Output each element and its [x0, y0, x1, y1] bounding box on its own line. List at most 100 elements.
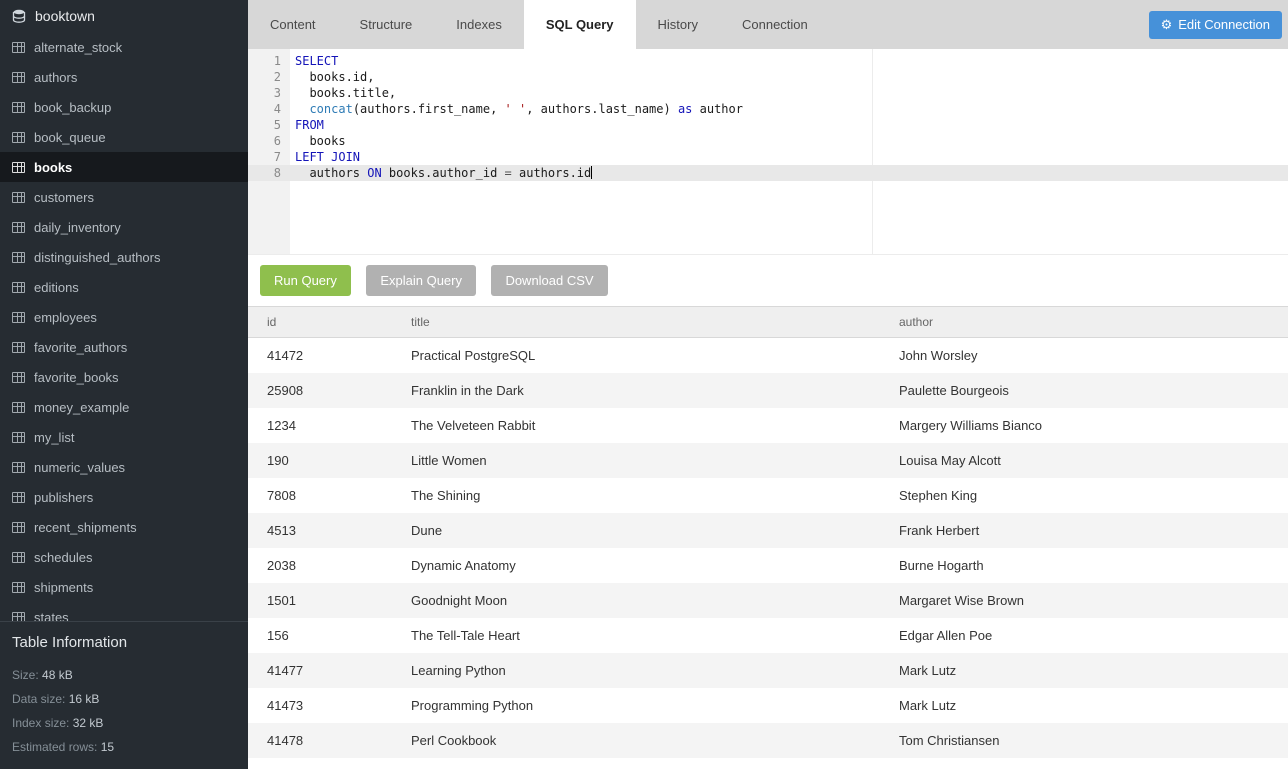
cell-title: Dynamic Anatomy — [392, 548, 880, 583]
table-row[interactable]: 25908Franklin in the DarkPaulette Bourge… — [248, 373, 1288, 408]
table-info-row: Estimated rows: 15 — [12, 735, 236, 759]
line-number: 7 — [248, 149, 290, 165]
sidebar-item-label: customers — [34, 190, 94, 205]
table-row[interactable]: 41478Perl CookbookTom Christiansen — [248, 723, 1288, 758]
column-header-id[interactable]: id — [248, 307, 392, 338]
table-row[interactable]: 156The Tell-Tale HeartEdgar Allen Poe — [248, 618, 1288, 653]
editor-lines: 1SELECT2 books.id,3 books.title,4 concat… — [248, 53, 1288, 181]
sidebar-item-favorite_books[interactable]: favorite_books — [0, 362, 248, 392]
line-number: 5 — [248, 117, 290, 133]
table-row[interactable]: 1501Goodnight MoonMargaret Wise Brown — [248, 583, 1288, 618]
sidebar-item-label: books — [34, 160, 72, 175]
sidebar-item-recent_shipments[interactable]: recent_shipments — [0, 512, 248, 542]
table-info-heading: Table Information — [12, 634, 236, 651]
table-row[interactable]: 41477Learning PythonMark Lutz — [248, 653, 1288, 688]
table-row[interactable]: 2038Dynamic AnatomyBurne Hogarth — [248, 548, 1288, 583]
table-icon — [12, 342, 25, 353]
cell-title: Programming Python — [392, 688, 880, 723]
code-line: 6 books — [248, 133, 1288, 149]
table-info-rows: Size: 48 kBData size: 16 kBIndex size: 3… — [12, 663, 236, 759]
table-list: alternate_stockauthors book_backup book_qu… — [0, 32, 248, 621]
code-line-text: books.id, — [290, 69, 1288, 85]
table-row[interactable]: 41473Programming PythonMark Lutz — [248, 688, 1288, 723]
cell-title: Learning Python — [392, 653, 880, 688]
table-row[interactable]: 7808The ShiningStephen King — [248, 478, 1288, 513]
sidebar-item-states[interactable]: states — [0, 602, 248, 621]
query-toolbar: Run Query Explain Query Download CSV — [248, 255, 1288, 306]
column-header-author[interactable]: author — [880, 307, 1288, 338]
sidebar-database[interactable]: booktown — [0, 0, 248, 32]
code-line-text: concat(authors.first_name, ' ', authors.… — [290, 101, 1288, 117]
results-header: idtitleauthor — [248, 307, 1288, 338]
tab-connection[interactable]: Connection — [720, 0, 830, 49]
table-row[interactable]: 41472Practical PostgreSQLJohn Worsley — [248, 338, 1288, 374]
tab-sql-query[interactable]: SQL Query — [524, 0, 636, 49]
table-icon — [12, 462, 25, 473]
line-number: 6 — [248, 133, 290, 149]
sidebar-item-label: alternate_stock — [34, 40, 122, 55]
sidebar-item-favorite_authors[interactable]: favorite_authors — [0, 332, 248, 362]
table-icon — [12, 72, 25, 83]
sidebar-item-editions[interactable]: editions — [0, 272, 248, 302]
tabs: ContentStructureIndexesSQL QueryHistoryC… — [248, 0, 830, 49]
sidebar-item-label: money_example — [34, 400, 129, 415]
sidebar-item-my_list[interactable]: my_list — [0, 422, 248, 452]
table-info-row: Data size: 16 kB — [12, 687, 236, 711]
table-row[interactable]: 190Little WomenLouisa May Alcott — [248, 443, 1288, 478]
sidebar-item-book_queue[interactable]: book_queue — [0, 122, 248, 152]
tab-content[interactable]: Content — [248, 0, 338, 49]
cell-title: Practical PostgreSQL — [392, 338, 880, 374]
sidebar-item-label: states — [34, 610, 69, 622]
sidebar-item-customers[interactable]: customers — [0, 182, 248, 212]
sidebar-item-label: book_queue — [34, 130, 106, 145]
sidebar-item-money_example[interactable]: money_example — [0, 392, 248, 422]
sidebar-item-label: book_backup — [34, 100, 111, 115]
cell-id: 4513 — [248, 513, 392, 548]
sidebar-item-shipments[interactable]: shipments — [0, 572, 248, 602]
edit-connection-button[interactable]: ⚙ Edit Connection — [1149, 11, 1282, 39]
cell-author: Edgar Allen Poe — [880, 618, 1288, 653]
cell-author: Paulette Bourgeois — [880, 373, 1288, 408]
code-line: 5FROM — [248, 117, 1288, 133]
sidebar-item-alternate_stock[interactable]: alternate_stock — [0, 32, 248, 62]
explain-query-button[interactable]: Explain Query — [366, 265, 476, 296]
cell-author: Mark Lutz — [880, 688, 1288, 723]
sidebar-item-schedules[interactable]: schedules — [0, 542, 248, 572]
sidebar-item-publishers[interactable]: publishers — [0, 482, 248, 512]
sidebar-item-daily_inventory[interactable]: daily_inventory — [0, 212, 248, 242]
tab-structure[interactable]: Structure — [338, 0, 435, 49]
sidebar-item-employees[interactable]: employees — [0, 302, 248, 332]
table-icon — [12, 252, 25, 263]
sql-editor[interactable]: 1SELECT2 books.id,3 books.title,4 concat… — [248, 49, 1288, 255]
table-row[interactable]: 42672001: A Space OdysseyArthur C. Clark… — [248, 758, 1288, 769]
column-header-title[interactable]: title — [392, 307, 880, 338]
app-window: booktown alternate_stockauthors book_back… — [0, 0, 1288, 769]
table-row[interactable]: 1234The Velveteen RabbitMargery Williams… — [248, 408, 1288, 443]
sidebar-item-numeric_values[interactable]: numeric_values — [0, 452, 248, 482]
table-icon — [12, 552, 25, 563]
code-line-text: books — [290, 133, 1288, 149]
table-row[interactable]: 4513DuneFrank Herbert — [248, 513, 1288, 548]
tab-history[interactable]: History — [636, 0, 720, 49]
sidebar-item-book_backup[interactable]: book_backup — [0, 92, 248, 122]
code-line: 4 concat(authors.first_name, ' ', author… — [248, 101, 1288, 117]
cell-id: 4267 — [248, 758, 392, 769]
sidebar-item-books[interactable]: books — [0, 152, 248, 182]
cell-author: Burne Hogarth — [880, 548, 1288, 583]
results-table: idtitleauthor 41472Practical PostgreSQLJ… — [248, 306, 1288, 769]
cell-id: 1501 — [248, 583, 392, 618]
download-csv-button[interactable]: Download CSV — [491, 265, 607, 296]
cell-author: Frank Herbert — [880, 513, 1288, 548]
tab-indexes[interactable]: Indexes — [434, 0, 524, 49]
sidebar-item-authors[interactable]: authors — [0, 62, 248, 92]
sidebar-item-distinguished_authors[interactable]: distinguished_authors — [0, 242, 248, 272]
cell-id: 156 — [248, 618, 392, 653]
line-number: 8 — [248, 165, 290, 181]
gear-icon: ⚙ — [1161, 18, 1173, 31]
code-line: 3 books.title, — [248, 85, 1288, 101]
cell-id: 25908 — [248, 373, 392, 408]
cell-title: The Shining — [392, 478, 880, 513]
table-icon — [12, 522, 25, 533]
run-query-button[interactable]: Run Query — [260, 265, 351, 296]
cell-title: Franklin in the Dark — [392, 373, 880, 408]
